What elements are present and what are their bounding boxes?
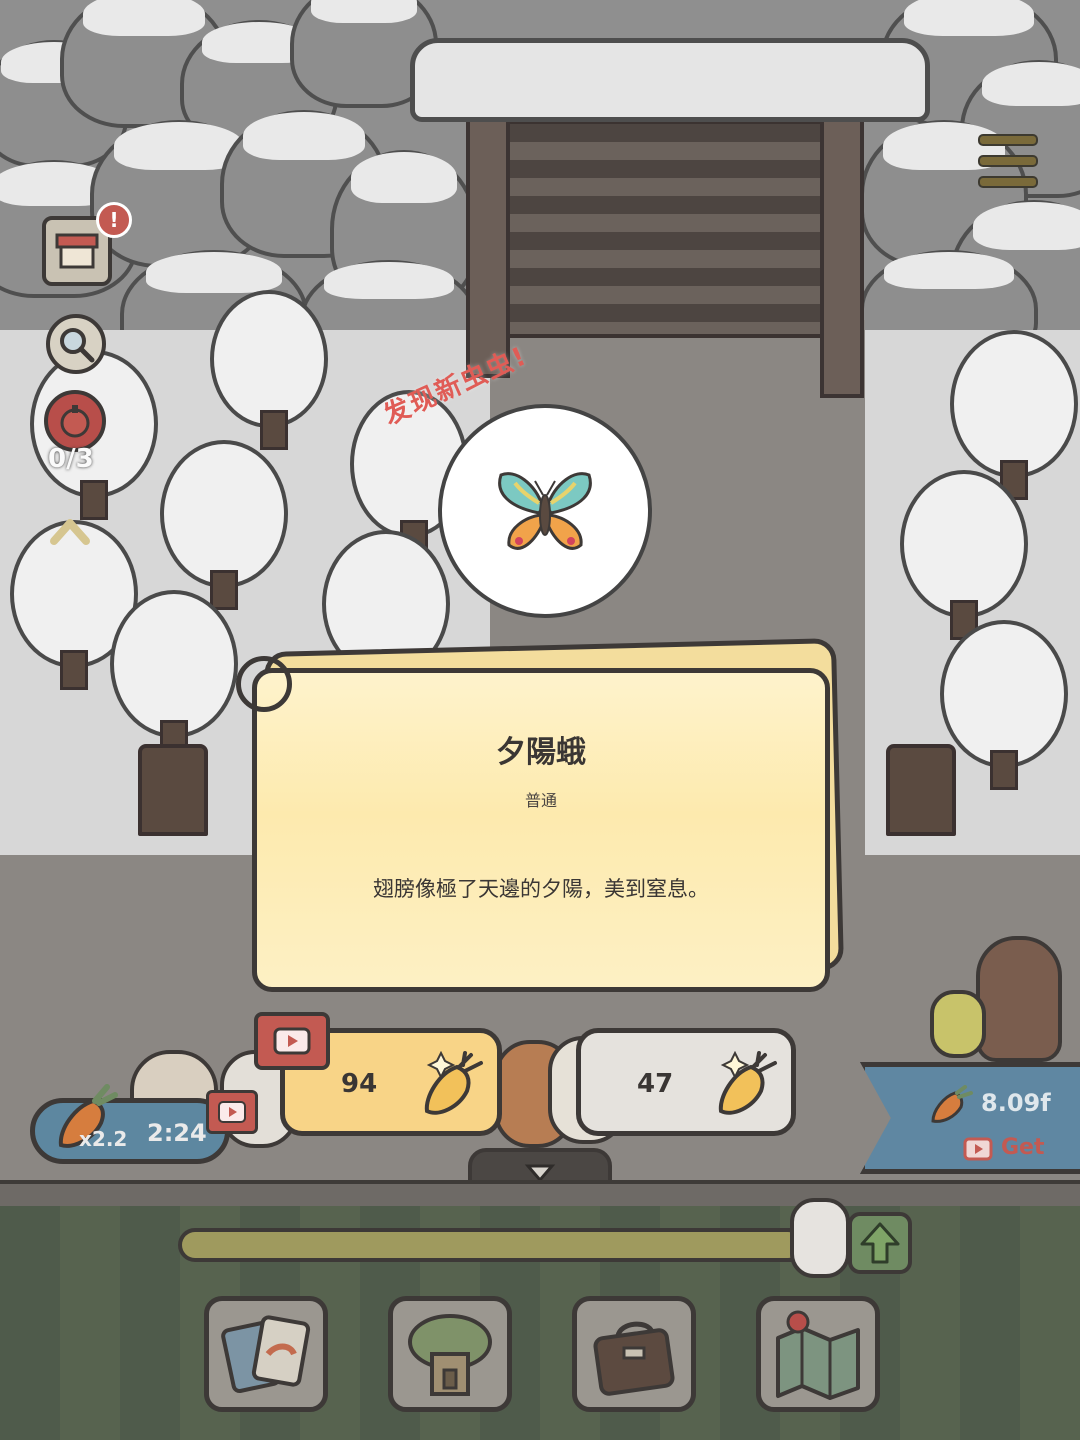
nav-bag-button[interactable] [572,1296,696,1412]
carrot-icon [931,1085,973,1123]
map-icon [776,1310,860,1400]
level-progress-bar [178,1228,818,1262]
bug-net-button[interactable] [44,390,106,452]
offer-value: 8.09f [981,1089,1051,1117]
search-button[interactable] [46,314,106,374]
nav-tree-house-button[interactable] [388,1296,512,1412]
menu-line-icon [978,155,1038,167]
collect-reward-button[interactable]: 47 [576,1028,796,1136]
bug-portrait [438,404,652,618]
bug-counter: 0/3 [48,444,94,474]
free-reward-value: 47 [637,1069,674,1099]
carrot-offer-ribbon[interactable]: 8.09f Get [860,1062,1080,1174]
bug-name: 夕陽蛾 [496,735,586,770]
nav-cards-button[interactable] [204,1296,328,1412]
boost-multiplier: x2.2 [79,1127,128,1151]
video-play-icon [963,1137,993,1161]
alert-badge: ! [96,202,132,238]
boost-timer: 2:24 [147,1119,207,1147]
cards-icon [221,1315,311,1393]
chevron-up-icon [50,519,90,545]
sunset-moth-icon [498,472,592,550]
golden-carrot-icon [424,1051,483,1115]
bug-description: 翅膀像極了天邊的夕陽，美到窒息。 [373,877,709,901]
video-ad-tag [254,1012,330,1070]
shop-stall-icon [55,233,99,269]
nav-map-button[interactable] [756,1296,880,1412]
offer-get-label: Get [1001,1135,1045,1160]
card-ring-icon [236,656,292,712]
bug-rarity: 普通 [524,791,557,810]
level-up-button[interactable] [848,1212,912,1274]
video-play-icon [273,1027,311,1055]
boost-video-button[interactable] [206,1090,258,1134]
bunny-runner [790,1198,850,1278]
tree-house-icon [408,1314,492,1396]
bug-trap-icon [60,405,90,438]
menu-line-icon [978,176,1038,188]
hamburger-menu-button[interactable] [978,134,1038,188]
level-progress-fill [182,1232,802,1258]
video-reward-value: 94 [341,1069,378,1099]
expand-sidebar-button[interactable] [48,512,92,550]
bag-icon [593,1321,675,1396]
carrot-boost-timer[interactable]: x2.2 2:24 [30,1084,230,1164]
golden-carrot-icon [718,1051,777,1115]
arrow-up-icon [860,1222,900,1264]
bug-info-card: 夕陽蛾 普通 翅膀像極了天邊的夕陽，美到窒息。 [252,668,830,992]
magnifier-icon [60,328,95,363]
video-play-icon [218,1101,246,1123]
menu-line-icon [978,134,1038,146]
